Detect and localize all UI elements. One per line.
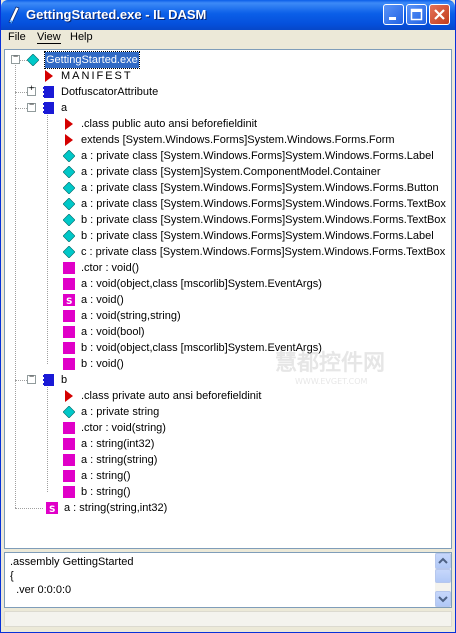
minimize-icon [389, 17, 396, 20]
svg-text:S: S [66, 297, 72, 306]
scroll-down-button[interactable] [435, 591, 451, 607]
info-vertical-scrollbar[interactable] [435, 553, 451, 607]
info-line: { [10, 570, 14, 582]
class-icon [43, 374, 54, 386]
close-button[interactable] [429, 4, 450, 25]
tree-line [15, 380, 27, 381]
tree-node-label: a : private class [System.Windows.Forms]… [81, 198, 446, 210]
tree-node-label: a : void(string,string) [81, 310, 181, 322]
tree-node-label: GettingStarted.exe [44, 51, 140, 69]
tree-line [15, 108, 27, 109]
tree-node-label: a : private class [System.Windows.Forms]… [81, 182, 439, 194]
declaration-icon [65, 118, 73, 130]
window-title: GettingStarted.exe - IL DASM [26, 7, 207, 22]
tree-node-label: .ctor : void() [81, 262, 140, 274]
info-pane[interactable]: .assembly GettingStarted { .ver 0:0:0:0 [4, 552, 452, 608]
menu-bar: File View Help [1, 30, 455, 47]
tree-node-label: b : private class [System.Windows.Forms]… [81, 230, 434, 242]
method-icon [63, 486, 75, 498]
tree-node-label: a : string(string) [81, 454, 158, 466]
horizontal-scrollbar[interactable] [4, 611, 452, 627]
field-icon [63, 246, 75, 258]
tree-node-label: b [61, 374, 68, 386]
tree-node-label: .class private auto ansi beforefieldinit [81, 390, 262, 402]
method-icon [63, 326, 75, 338]
menu-view[interactable]: View [37, 31, 61, 44]
field-icon [63, 166, 75, 178]
app-icon [8, 6, 20, 24]
tree-node-label: a : void() [81, 294, 124, 306]
ildasm-window: GettingStarted.exe - IL DASM File View H… [0, 0, 456, 633]
info-line: .assembly GettingStarted [10, 556, 134, 568]
tree-node-label: a : private string [81, 406, 160, 418]
field-icon [63, 198, 75, 210]
tree-node-label: b : void() [81, 358, 124, 370]
method-icon [63, 278, 75, 290]
assembly-icon [27, 54, 39, 66]
watermark-logo: 慧都控件网 WWW.EVGET.COM [275, 350, 385, 386]
minimize-button[interactable] [383, 4, 404, 25]
tree-view[interactable]: − + − − GettingStarted.exe MANIFEST Dotf… [4, 49, 452, 549]
tree-node-label: DotfuscatorAttribute [61, 86, 159, 98]
tree-node-label: a : string(int32) [81, 438, 155, 450]
method-icon [63, 454, 75, 466]
tree-node-label: a : private class [System.Windows.Forms]… [81, 150, 434, 162]
method-icon [63, 358, 75, 370]
static-method-icon: S [63, 294, 75, 306]
method-icon [63, 310, 75, 322]
tree-node-label: .ctor : void(string) [81, 422, 166, 434]
info-line: .ver 0:0:0:0 [10, 584, 72, 596]
menu-help[interactable]: Help [70, 31, 93, 43]
tree-node-label: MANIFEST [61, 70, 133, 82]
collapse-class-b-toggle[interactable]: − [27, 372, 36, 384]
maximize-button[interactable] [406, 4, 427, 25]
field-icon [63, 406, 75, 418]
tree-line [47, 383, 48, 492]
method-icon [63, 422, 75, 434]
tree-line [15, 508, 43, 509]
declaration-icon [65, 134, 73, 146]
field-icon [63, 150, 75, 162]
tree-line [47, 111, 48, 364]
collapse-root-toggle[interactable]: − [11, 52, 20, 64]
svg-text:S: S [49, 505, 55, 514]
arrow-down-icon [438, 596, 448, 603]
tree-node-label: a [61, 102, 68, 114]
tree-node-label: .class public auto ansi beforefieldinit [81, 118, 258, 130]
maximize-icon [410, 8, 423, 21]
tree-line [15, 92, 27, 93]
tree-node-label: a : void(object,class [mscorlib]System.E… [81, 278, 322, 290]
menu-file[interactable]: File [8, 31, 26, 43]
collapse-class-a-toggle[interactable]: − [27, 100, 36, 112]
class-icon [43, 86, 54, 98]
scroll-up-button[interactable] [435, 553, 451, 569]
field-icon [63, 214, 75, 226]
tree-node-label: extends [System.Windows.Forms]System.Win… [81, 134, 395, 146]
field-icon [63, 182, 75, 194]
tree-node-label: a : private class [System]System.Compone… [81, 166, 381, 178]
svg-text:慧都控件网: 慧都控件网 [275, 350, 385, 376]
close-icon [434, 9, 445, 20]
tree-line [15, 60, 16, 508]
manifest-icon [45, 70, 53, 82]
svg-text:WWW.EVGET.COM: WWW.EVGET.COM [295, 377, 368, 386]
tree-node-label: c : private class [System.Windows.Forms]… [81, 246, 446, 258]
title-bar[interactable]: GettingStarted.exe - IL DASM [1, 0, 455, 30]
tree-node-label: a : string(string,int32) [64, 502, 168, 514]
static-method-icon: S [46, 502, 58, 514]
class-icon [43, 102, 54, 114]
tree-node-label: b : string() [81, 486, 131, 498]
expand-dotfuscator-toggle[interactable]: + [27, 84, 36, 96]
tree-node-label: b : private class [System.Windows.Forms]… [81, 214, 446, 226]
method-icon [63, 438, 75, 450]
method-icon [63, 262, 75, 274]
arrow-up-icon [438, 557, 448, 564]
method-icon [63, 342, 75, 354]
scroll-thumb[interactable] [435, 569, 451, 583]
tree-node-label: a : void(bool) [81, 326, 145, 338]
field-icon [63, 230, 75, 242]
method-icon [63, 470, 75, 482]
tree-node-label: a : string() [81, 470, 131, 482]
declaration-icon [65, 390, 73, 402]
